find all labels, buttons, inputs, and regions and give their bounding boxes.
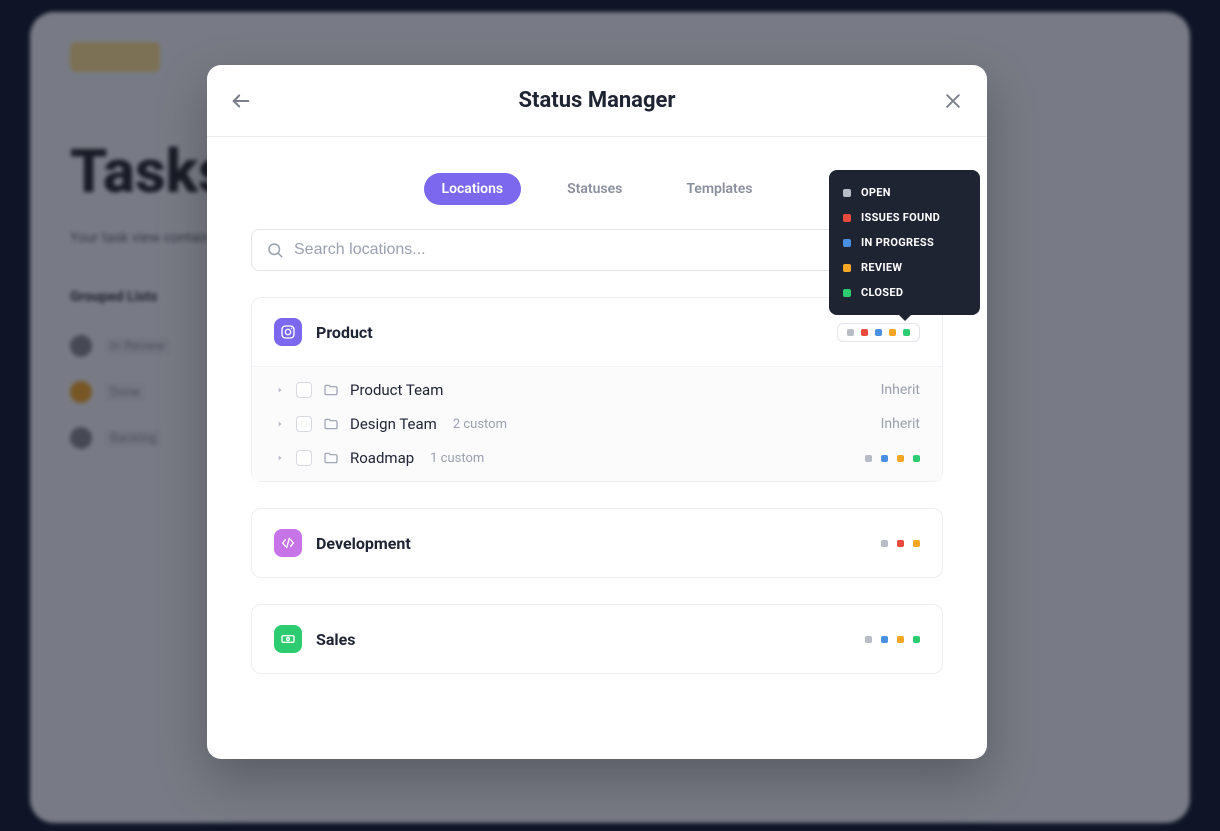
- tab-templates[interactable]: Templates: [668, 173, 770, 205]
- folder-row[interactable]: Product Team Inherit: [252, 373, 942, 407]
- expand-caret[interactable]: [274, 418, 286, 430]
- custom-count: 1 custom: [430, 451, 484, 466]
- tooltip-item: CLOSED: [829, 280, 980, 305]
- space-name: Development: [316, 534, 411, 553]
- folder-row[interactable]: Design Team 2 custom Inherit: [252, 407, 942, 441]
- status-dots[interactable]: [881, 540, 920, 547]
- space-name: Product: [316, 323, 373, 342]
- space-icon: [274, 318, 302, 346]
- space-card: Development: [251, 508, 943, 578]
- expand-caret[interactable]: [274, 384, 286, 396]
- folder-name: Design Team: [350, 415, 437, 433]
- space-header[interactable]: Sales: [252, 605, 942, 673]
- space-icon: [274, 625, 302, 653]
- expand-caret[interactable]: [274, 452, 286, 464]
- modal-header: Status Manager: [207, 65, 987, 137]
- status-dots[interactable]: [865, 636, 920, 643]
- tooltip-item: OPEN: [829, 180, 980, 205]
- modal-title: Status Manager: [207, 88, 987, 113]
- checkbox[interactable]: [296, 450, 312, 466]
- folder-name: Roadmap: [350, 449, 414, 467]
- tooltip-item: ISSUES FOUND: [829, 205, 980, 230]
- status-tooltip: OPENISSUES FOUNDIN PROGRESSREVIEWCLOSED: [829, 170, 980, 315]
- space-header[interactable]: Development: [252, 509, 942, 577]
- folder-icon: [322, 449, 340, 467]
- back-button[interactable]: [229, 89, 253, 113]
- search-icon: [266, 241, 284, 259]
- search-input[interactable]: [294, 241, 826, 259]
- space-card: Product Product Team Inherit Design Team 2 c…: [251, 297, 943, 482]
- folder-icon: [322, 381, 340, 399]
- folder-status[interactable]: Inherit: [881, 416, 920, 432]
- tab-statuses[interactable]: Statuses: [549, 173, 640, 205]
- space-card: Sales: [251, 604, 943, 674]
- folder-name: Product Team: [350, 381, 443, 399]
- checkbox[interactable]: [296, 416, 312, 432]
- folder-status[interactable]: [865, 455, 920, 462]
- close-button[interactable]: [941, 89, 965, 113]
- folder-status[interactable]: Inherit: [881, 382, 920, 398]
- space-name: Sales: [316, 630, 356, 649]
- tooltip-item: IN PROGRESS: [829, 230, 980, 255]
- tooltip-item: REVIEW: [829, 255, 980, 280]
- checkbox[interactable]: [296, 382, 312, 398]
- folder-row[interactable]: Roadmap 1 custom: [252, 441, 942, 475]
- search-input-wrapper[interactable]: [251, 229, 841, 271]
- status-chip[interactable]: [837, 323, 920, 342]
- tab-locations[interactable]: Locations: [424, 173, 522, 205]
- space-icon: [274, 529, 302, 557]
- custom-count: 2 custom: [453, 417, 507, 432]
- locations-list: Product Product Team Inherit Design Team 2 c…: [207, 297, 987, 759]
- folder-icon: [322, 415, 340, 433]
